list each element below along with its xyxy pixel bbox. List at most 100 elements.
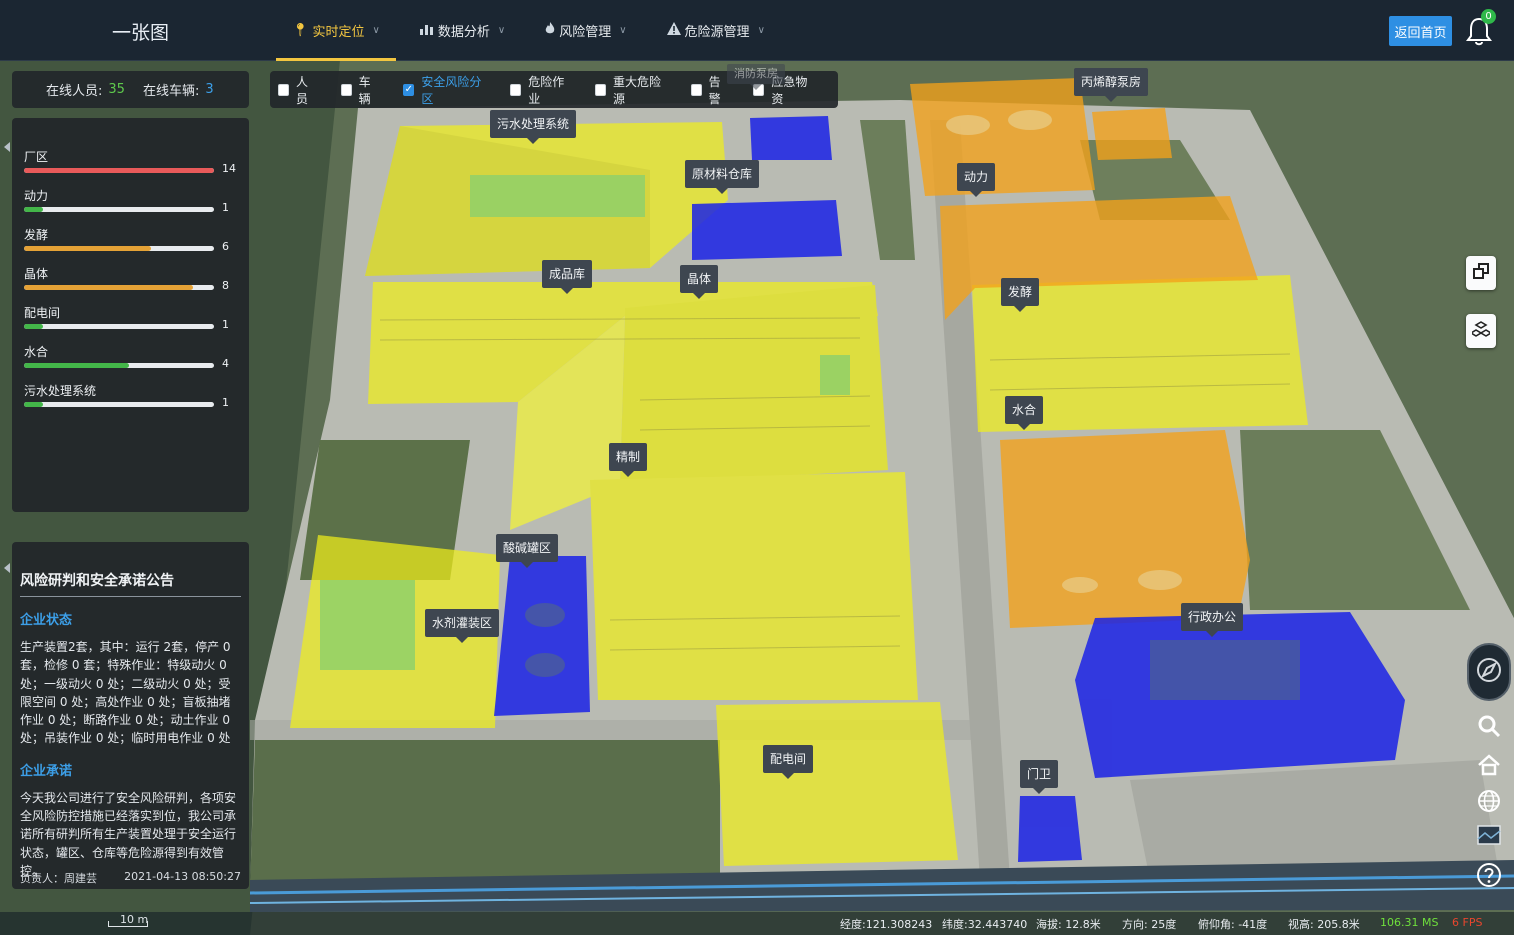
home-icon (1477, 753, 1501, 781)
building-tag-fire-pump[interactable]: 消防泵房 (727, 64, 785, 90)
warning-icon (666, 22, 681, 39)
zone-progress-fill (24, 207, 43, 212)
filter-checkbox-1[interactable]: 车辆 (340, 73, 381, 107)
collapse-arrow-icon[interactable] (4, 142, 10, 152)
app-root: 一张图 📍︎ 实时定位 ∨ 数据分析 ∨ 风险管理 ∨ 危险源管理 ∨ 返回首页… (0, 0, 1514, 935)
cubes-icon (1469, 320, 1493, 342)
zone-progress-track (24, 363, 214, 368)
zone-progress-fill (24, 324, 43, 329)
filter-label: 危险作业 (528, 74, 565, 106)
online-vehicle-count: 3 (205, 82, 214, 97)
filter-checkbox-4[interactable]: 重大危险源 (594, 73, 668, 107)
building-tag-wastewater[interactable]: 污水处理系统 (490, 110, 577, 144)
building-tag-hydration[interactable]: 水合 (1005, 396, 1044, 430)
building-tag-propenol-pump[interactable]: 丙烯醇泵房 (1074, 68, 1149, 102)
enterprise-status-text: 生产装置2套，其中：运行 2套，停产 0 套，检修 0 套；特殊作业：特级动火 … (20, 640, 231, 746)
filter-label: 重大危险源 (612, 74, 661, 106)
online-staff-label: 在线人员: (46, 84, 103, 99)
status-fps: 6 FPS (1452, 916, 1483, 929)
zone-stat-row[interactable]: 晶体 8 (24, 265, 237, 304)
basemap-button[interactable] (1474, 822, 1504, 852)
zone-progress-track (24, 246, 214, 251)
status-view-height: 视高: 205.8米 (1288, 918, 1360, 931)
building-tag-refining[interactable]: 精制 (609, 443, 648, 477)
location-pin-icon: 📍︎ (292, 23, 309, 38)
nav-realtime-location[interactable]: 📍︎ 实时定位 ∨ (272, 0, 400, 61)
zone-progress-fill (24, 285, 194, 290)
map-thumbnail-icon (1477, 823, 1501, 851)
zone-stat-row[interactable]: 发酵 6 (24, 226, 237, 265)
zone-progress-track (24, 285, 214, 290)
search-button[interactable] (1474, 713, 1504, 743)
nav-risk-management[interactable]: 风险管理 ∨ (525, 0, 646, 61)
building-tag-distribution-room[interactable]: 配电间 (763, 745, 814, 779)
notice-datetime: 2021-04-13 08:50:27 (124, 870, 241, 883)
compass-control[interactable] (1467, 643, 1511, 701)
zone-stat-row[interactable]: 厂区 14 (24, 148, 237, 187)
zone-count: 14 (222, 162, 236, 175)
building-tag-raw-material-warehouse[interactable]: 原材料仓库 (685, 160, 760, 194)
main-nav: 📍︎ 实时定位 ∨ 数据分析 ∨ 风险管理 ∨ 危险源管理 ∨ (272, 0, 785, 61)
zone-progress-track (24, 168, 214, 173)
building-tag-gatehouse[interactable]: 门卫 (1020, 760, 1059, 794)
help-button[interactable] (1474, 862, 1504, 892)
status-altitude: 海拔: 12.8米 (1036, 918, 1101, 931)
filter-checkbox-5[interactable]: 告警 (690, 73, 731, 107)
home-view-button[interactable] (1474, 752, 1504, 782)
scale-label: 10 m (120, 913, 149, 926)
zone-progress-fill (24, 168, 214, 173)
zone-name: 厂区 (24, 150, 49, 164)
zone-stat-row[interactable]: 污水处理系统 1 (24, 382, 237, 421)
building-tag-fermentation[interactable]: 发酵 (1001, 278, 1040, 312)
zone-count: 4 (222, 357, 229, 370)
status-heading: 方向: 25度 (1122, 918, 1177, 931)
zone-name: 晶体 (24, 267, 49, 281)
notice-footer: 负责人：周建芸 2021-04-13 08:50:27 (20, 870, 241, 886)
return-home-button[interactable]: 返回首页 (1389, 16, 1452, 46)
nav-label: 数据分析 (437, 25, 490, 40)
zone-name: 污水处理系统 (24, 384, 97, 398)
zone-progress-track (24, 324, 214, 329)
checkbox-icon[interactable] (594, 83, 606, 96)
filter-checkbox-3[interactable]: 危险作业 (510, 73, 572, 107)
nav-label: 风险管理 (559, 25, 612, 40)
checkbox-icon[interactable] (340, 83, 352, 96)
chevron-down-icon: ∨ (497, 25, 506, 36)
checkbox-checked-icon[interactable]: ✓ (403, 83, 415, 96)
building-tag-crystal[interactable]: 晶体 (680, 265, 719, 299)
zone-name: 动力 (24, 189, 49, 203)
building-tag-aqueous-filling[interactable]: 水剂灌装区 (425, 609, 500, 643)
checkbox-icon[interactable] (510, 83, 522, 96)
model-toggle-button[interactable] (1466, 314, 1496, 348)
globe-view-button[interactable] (1474, 788, 1504, 818)
zone-progress-fill (24, 402, 43, 407)
zone-stat-row[interactable]: 动力 1 (24, 187, 237, 226)
chevron-down-icon: ∨ (619, 25, 627, 36)
building-tag-acid-alkali-tank[interactable]: 酸碱罐区 (496, 534, 559, 568)
zone-progress-track (24, 402, 214, 407)
zone-count: 8 (222, 279, 229, 292)
zone-name: 配电间 (24, 306, 61, 320)
zone-stat-row[interactable]: 水合 4 (24, 343, 237, 382)
status-longitude: 经度:121.308243 (840, 918, 933, 931)
filter-label: 车辆 (358, 74, 371, 106)
checkbox-icon[interactable] (278, 83, 289, 96)
nav-data-analysis[interactable]: 数据分析 ∨ (400, 0, 525, 61)
layer-switch-button[interactable] (1466, 256, 1496, 290)
enterprise-status-heading: 企业状态 (20, 613, 73, 628)
nav-hazard-management[interactable]: 危险源管理 ∨ (647, 0, 785, 61)
zone-count: 1 (222, 318, 229, 331)
notification-badge: 0 (1481, 9, 1496, 24)
chevron-down-icon: ∨ (757, 25, 765, 36)
building-tag-power[interactable]: 动力 (957, 163, 996, 197)
collapse-arrow-icon[interactable] (4, 563, 10, 573)
filter-label: 安全风险分区 (421, 74, 482, 106)
filter-checkbox-2[interactable]: ✓ 安全风险分区 (403, 73, 487, 107)
zone-count: 6 (222, 240, 229, 253)
building-tag-finished-goods[interactable]: 成品库 (542, 260, 593, 294)
building-tag-administration[interactable]: 行政办公 (1181, 603, 1244, 637)
zone-stat-row[interactable]: 配电间 1 (24, 304, 237, 343)
online-vehicle-label: 在线车辆: (142, 84, 200, 99)
checkbox-icon[interactable] (690, 83, 702, 96)
filter-checkbox-0[interactable]: 人员 (278, 73, 318, 107)
